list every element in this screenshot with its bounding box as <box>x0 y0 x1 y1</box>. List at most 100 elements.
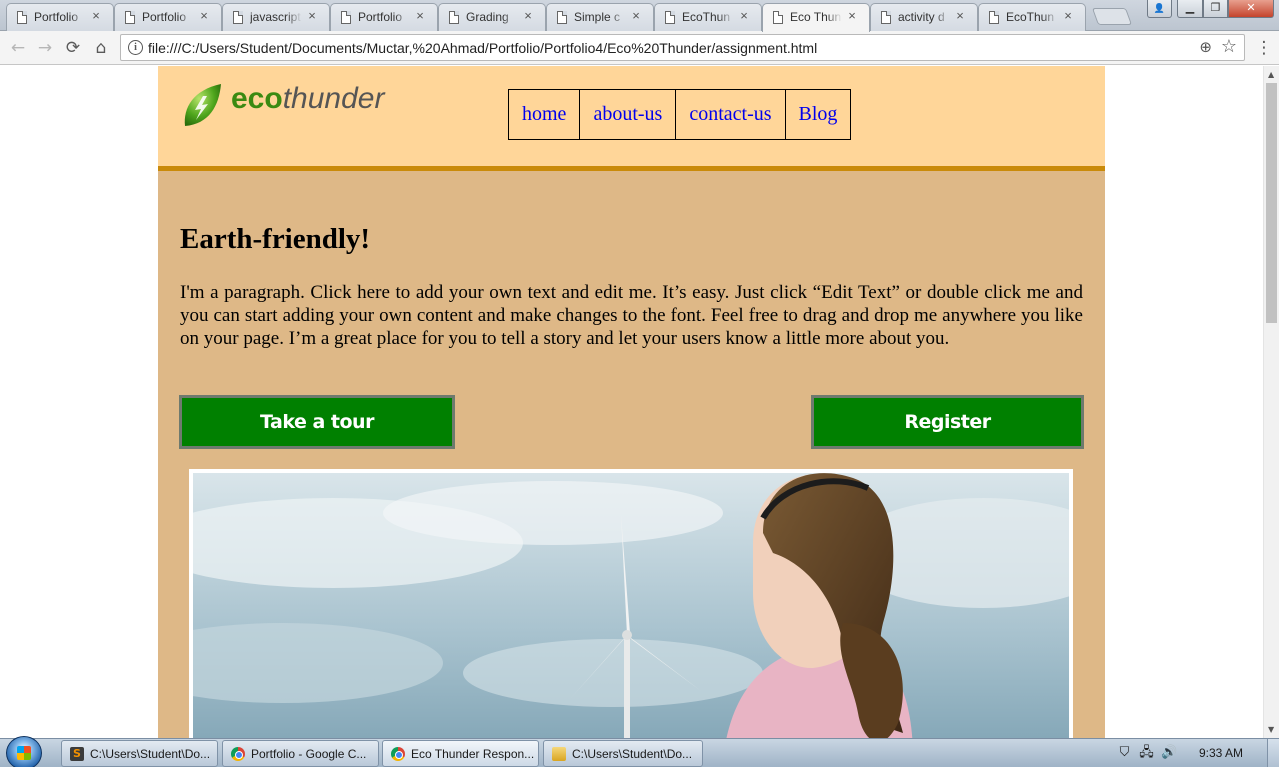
tab-close-icon[interactable]: × <box>197 9 211 23</box>
volume-icon[interactable]: 🔊 <box>1161 745 1177 760</box>
nav-contact-us[interactable]: contact-us <box>675 89 786 140</box>
hero-image-frame <box>123 469 1123 738</box>
document-icon <box>341 11 351 24</box>
document-icon <box>449 11 459 24</box>
nav-blog[interactable]: Blog <box>784 89 852 140</box>
document-icon <box>773 11 783 24</box>
document-icon <box>125 11 135 24</box>
folder-icon <box>552 747 566 761</box>
register-button[interactable]: Register <box>811 395 1084 449</box>
browser-tabstrip: Portfolio × Portfolio × javascript × Por… <box>0 0 1279 32</box>
tab-title: EcoThun <box>682 10 731 24</box>
document-icon <box>557 11 567 24</box>
page-headline: Earth-friendly! <box>180 223 371 255</box>
browser-tab[interactable]: javascript × <box>222 3 330 31</box>
intro-paragraph: I'm a paragraph. Click here to add your … <box>180 282 1083 349</box>
browser-tab[interactable]: Simple c × <box>546 3 654 31</box>
zoom-icon[interactable]: ⊕ <box>1199 38 1212 56</box>
clock[interactable]: 9:33 AM <box>1199 746 1243 760</box>
tab-close-icon[interactable]: × <box>845 9 859 23</box>
info-icon[interactable]: i <box>128 40 143 55</box>
take-a-tour-button[interactable]: Take a tour <box>179 395 455 449</box>
tab-title: EcoThun <box>1006 10 1055 24</box>
tab-title: Grading <box>466 10 509 24</box>
browser-tab-active[interactable]: Eco Thun × <box>762 3 870 32</box>
browser-menu-icon[interactable]: ⋮ <box>1255 37 1273 59</box>
tab-title: activity d <box>898 10 945 24</box>
tab-title: Portfolio <box>142 10 187 24</box>
site-container: ecothunder home about-us contact-us Blog… <box>123 66 1123 738</box>
scroll-up-arrow-icon[interactable]: ▲ <box>1268 70 1274 79</box>
minimize-button[interactable]: ▁ <box>1177 0 1203 18</box>
new-tab-button[interactable] <box>1091 8 1133 25</box>
logo-thunder: thunder <box>282 82 385 115</box>
browser-tab[interactable]: Portfolio × <box>330 3 438 31</box>
chrome-icon <box>231 747 245 761</box>
reload-icon[interactable]: ⟳ <box>61 36 85 60</box>
start-button[interactable] <box>6 736 42 767</box>
leaf-icon <box>184 84 221 126</box>
taskbar-item[interactable]: Portfolio - Google C... <box>222 740 379 767</box>
user-profile-icon[interactable]: 👤 <box>1147 0 1172 18</box>
taskbar-item-label: Portfolio - Google C... <box>251 747 367 761</box>
back-arrow-icon[interactable]: ← <box>6 36 30 60</box>
tab-title: Portfolio <box>358 10 403 24</box>
taskbar-item-label: C:\Users\Student\Do... <box>90 747 211 761</box>
bookmark-star-icon[interactable]: ☆ <box>1221 36 1237 57</box>
system-tray: ⛉ 🖧 🔊 9:33 AM <box>1109 739 1279 767</box>
sublime-icon <box>70 747 84 761</box>
nav-about-us[interactable]: about-us <box>579 89 677 140</box>
close-window-button[interactable]: ✕ <box>1228 0 1274 18</box>
tab-close-icon[interactable]: × <box>413 9 427 23</box>
browser-tab[interactable]: Grading × <box>438 3 546 31</box>
taskbar-item-label: C:\Users\Student\Do... <box>572 747 693 761</box>
site-header: ecothunder home about-us contact-us Blog <box>158 66 1105 171</box>
address-bar[interactable]: i file:///C:/Users/Student/Documents/Muc… <box>120 34 1245 61</box>
document-icon <box>17 11 27 24</box>
network-icon[interactable]: 🖧 <box>1139 745 1154 760</box>
show-desktop-button[interactable] <box>1267 739 1279 767</box>
tab-close-icon[interactable]: × <box>1061 9 1075 23</box>
document-icon <box>233 11 243 24</box>
page-scrollbar[interactable]: ▲ ▼ <box>1263 66 1279 738</box>
home-icon[interactable]: ⌂ <box>89 36 113 60</box>
windows-taskbar: C:\Users\Student\Do... Portfolio - Googl… <box>0 736 1279 767</box>
url-text[interactable]: file:///C:/Users/Student/Documents/Mucta… <box>148 40 817 56</box>
tab-close-icon[interactable]: × <box>305 9 319 23</box>
browser-tab[interactable]: activity d × <box>870 3 978 31</box>
tab-close-icon[interactable]: × <box>89 9 103 23</box>
browser-tab[interactable]: Portfolio × <box>6 3 114 31</box>
shield-icon[interactable]: ⛉ <box>1117 745 1132 760</box>
document-icon <box>989 11 999 24</box>
page-viewport: ecothunder home about-us contact-us Blog… <box>0 66 1263 738</box>
browser-toolbar: ← → ⟳ ⌂ i file:///C:/Users/Student/Docum… <box>0 31 1279 65</box>
document-icon <box>665 11 675 24</box>
maximize-button[interactable]: ❐ <box>1203 0 1228 18</box>
browser-tab[interactable]: EcoThun × <box>654 3 762 31</box>
tab-close-icon[interactable]: × <box>629 9 643 23</box>
tab-title: Portfolio <box>34 10 79 24</box>
tab-title: Eco Thun <box>790 10 842 24</box>
scroll-down-arrow-icon[interactable]: ▼ <box>1268 725 1274 734</box>
taskbar-item-label: Eco Thunder Respon... <box>411 747 535 761</box>
tab-close-icon[interactable]: × <box>953 9 967 23</box>
tab-close-icon[interactable]: × <box>737 9 751 23</box>
browser-tab[interactable]: Portfolio × <box>114 3 222 31</box>
taskbar-item[interactable]: C:\Users\Student\Do... <box>543 740 703 767</box>
tab-title: javascript <box>250 10 301 24</box>
chrome-icon <box>391 747 405 761</box>
screen: Portfolio × Portfolio × javascript × Por… <box>0 0 1279 767</box>
document-icon <box>881 11 891 24</box>
logo-eco: eco <box>231 82 283 115</box>
browser-tab[interactable]: EcoThun × <box>978 3 1086 31</box>
forward-arrow-icon[interactable]: → <box>33 36 57 60</box>
taskbar-item[interactable]: C:\Users\Student\Do... <box>61 740 218 767</box>
nav-home[interactable]: home <box>508 89 581 140</box>
taskbar-item-active[interactable]: Eco Thunder Respon... <box>382 740 539 767</box>
site-nav: home about-us contact-us Blog <box>508 89 852 140</box>
scroll-thumb[interactable] <box>1266 83 1277 323</box>
user-glyph: 👤 <box>1153 4 1166 14</box>
logo-text: ecothunder <box>231 82 384 116</box>
tab-close-icon[interactable]: × <box>521 9 535 23</box>
hero-image <box>123 473 1123 738</box>
